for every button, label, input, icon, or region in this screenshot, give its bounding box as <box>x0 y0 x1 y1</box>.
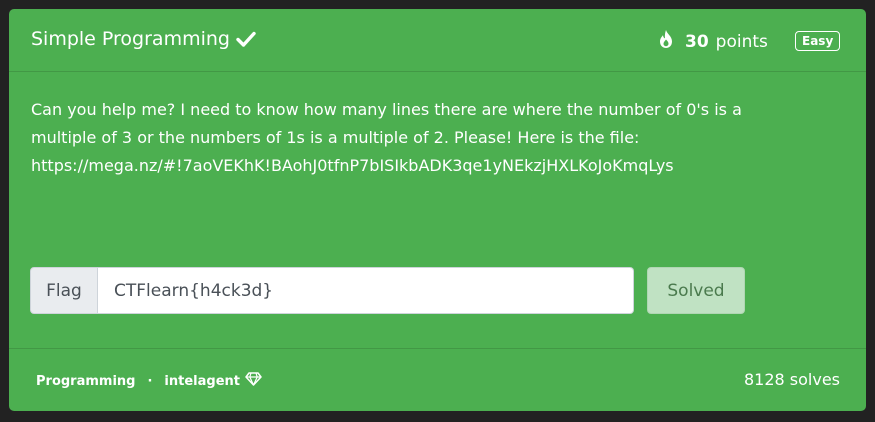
challenge-title: Simple Programming <box>31 28 256 50</box>
challenge-card: Simple Programming 30 points Easy Can yo… <box>9 9 866 411</box>
challenge-title-text: Simple Programming <box>31 28 230 50</box>
description-line: multiple of 3 or the numbers of 1s is a … <box>31 128 640 147</box>
solves-count: 8128 solves <box>743 370 840 389</box>
author-link[interactable]: intelagent <box>164 372 262 390</box>
flag-input-group: Flag <box>30 267 634 314</box>
flag-input[interactable] <box>98 267 634 314</box>
check-icon <box>236 31 256 47</box>
description-line: Can you help me? I need to know how many… <box>31 100 742 119</box>
gem-icon <box>245 372 262 390</box>
category-link[interactable]: Programming <box>36 374 135 389</box>
points-display: 30 points <box>657 29 768 54</box>
card-header: Simple Programming 30 points Easy <box>9 9 866 72</box>
description-link[interactable]: https://mega.nz/#!7aoVEKhK!BAohJ0tfnP7bI… <box>31 152 831 180</box>
fire-icon <box>657 29 675 54</box>
solved-button[interactable]: Solved <box>647 267 745 314</box>
author-name: intelagent <box>164 373 240 389</box>
points-label: points <box>715 31 768 52</box>
difficulty-badge: Easy <box>795 31 841 51</box>
challenge-description: Can you help me? I need to know how many… <box>31 96 831 180</box>
footer-meta: Programming · intelagent <box>36 372 262 390</box>
card-footer: Programming · intelagent 8128 solves <box>9 348 866 411</box>
flag-label: Flag <box>30 267 98 314</box>
points-value: 30 <box>685 31 709 52</box>
separator: · <box>147 373 153 389</box>
